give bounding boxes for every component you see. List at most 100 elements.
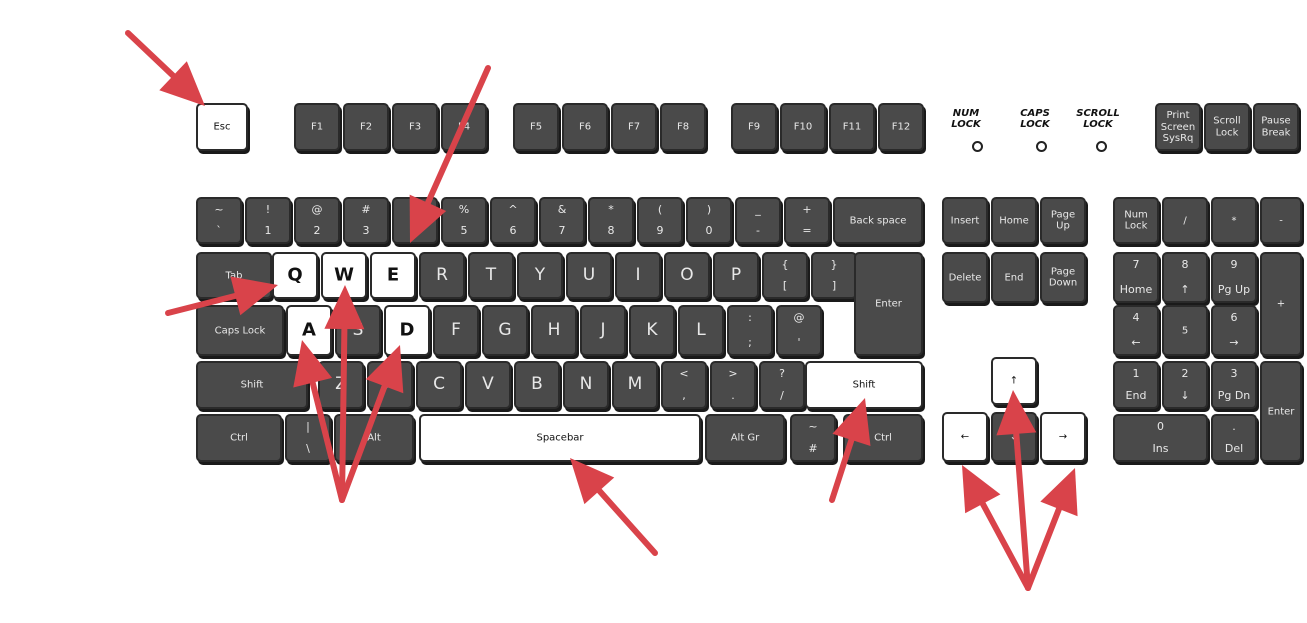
key-slash: ? / xyxy=(759,361,805,409)
key-n9: (9 xyxy=(637,197,683,244)
key-lbracket-lower: [ xyxy=(782,279,788,292)
key-f4: F4 xyxy=(441,103,487,151)
key-np-div-label: / xyxy=(1183,214,1187,226)
key-semi: :; xyxy=(727,305,773,356)
key-d: D xyxy=(384,305,430,356)
key-n5-lower: 5 xyxy=(460,224,468,237)
key-e: E xyxy=(370,252,416,299)
key-n3-lower: 3 xyxy=(362,224,370,237)
key-u: U xyxy=(566,252,612,299)
key-n1-lower: 1 xyxy=(264,224,272,237)
key-n1-upper: ! xyxy=(265,203,271,216)
key-rshift-label: Shift xyxy=(852,379,876,391)
key-np2-upper: 2 xyxy=(1181,367,1189,380)
key-n8: * 8 xyxy=(588,197,634,244)
key-lctrl: Ctrl xyxy=(196,414,282,462)
key-n4: $4 xyxy=(392,197,438,244)
key-c: C xyxy=(416,361,462,409)
key-n1: ! 1 xyxy=(245,197,291,244)
key-npdot-lower: Del xyxy=(1224,442,1244,455)
key-numlock: Num Lock xyxy=(1113,197,1159,244)
key-v: V xyxy=(465,361,511,409)
key-right-label: → xyxy=(1058,431,1068,443)
key-f3: F3 xyxy=(392,103,438,151)
key-f11: F11 xyxy=(829,103,875,151)
key-n-label: N xyxy=(579,374,593,395)
key-esc-label: Esc xyxy=(213,121,231,133)
key-n9-lower: 9 xyxy=(656,224,664,237)
key-np4-upper: 4 xyxy=(1132,311,1140,324)
key-l-label: L xyxy=(696,319,706,340)
key-minus-lower: - xyxy=(756,224,760,237)
key-f1-label: F1 xyxy=(310,121,324,133)
key-n2: @2 xyxy=(294,197,340,244)
key-rbracket-lower: ] xyxy=(831,279,837,292)
key-equal-lower: = xyxy=(802,224,812,237)
key-alt-label: Alt xyxy=(367,432,381,444)
key-comma-upper: < xyxy=(679,367,689,380)
key-np1-upper: 1 xyxy=(1132,367,1140,380)
key-a: A xyxy=(286,305,332,356)
key-s-label: S xyxy=(352,319,364,340)
key-altgr: Alt Gr xyxy=(705,414,785,462)
key-f3-label: F3 xyxy=(408,121,422,133)
key-n7-upper: & xyxy=(557,203,567,216)
key-p-label: P xyxy=(730,264,742,285)
keyboard-diagram: Esc F1 F2 F3 F4 F5 F6 F7 F8 F9 F10 F11 F12 Print Scre… xyxy=(0,0,1307,623)
key-n9-upper: ( xyxy=(657,203,663,216)
key-h-label: H xyxy=(547,319,561,340)
key-period-upper: > xyxy=(728,367,738,380)
key-insert: Insert xyxy=(942,197,988,244)
key-left: ← xyxy=(942,412,988,462)
key-quote-lower: ' xyxy=(797,336,801,349)
key-lbracket: {[ xyxy=(762,252,808,299)
key-p: P xyxy=(713,252,759,299)
key-quote: @ ' xyxy=(776,305,822,356)
key-right: → xyxy=(1040,412,1086,462)
key-npdot: . Del xyxy=(1211,414,1257,462)
key-f: F xyxy=(433,305,479,356)
key-pgdn: Page Down xyxy=(1040,252,1086,303)
key-n0-upper: ) xyxy=(706,203,712,216)
key-semi-upper: : xyxy=(748,311,752,324)
key-end-label: End xyxy=(1004,271,1024,283)
key-m: M xyxy=(612,361,658,409)
key-np6-lower: → xyxy=(1229,336,1239,349)
key-n3-upper: # xyxy=(361,203,371,216)
key-n8-upper: * xyxy=(608,203,614,216)
key-np-plus-label: + xyxy=(1276,298,1286,310)
key-hash: ~ # xyxy=(790,414,836,462)
key-equal: + = xyxy=(784,197,830,244)
key-n2-lower: 2 xyxy=(313,224,321,237)
key-e-label: E xyxy=(386,264,400,286)
key-lbracket-upper: { xyxy=(781,258,789,271)
key-n4-upper: $ xyxy=(411,203,419,216)
key-u-label: U xyxy=(582,264,596,285)
key-comma: <, xyxy=(661,361,707,409)
key-np2: 2 ↓ xyxy=(1162,361,1208,409)
key-caps: Caps Lock xyxy=(196,305,284,356)
key-space-label: Spacebar xyxy=(536,432,584,444)
key-pgdn-label: Page Down xyxy=(1048,266,1078,289)
key-np-minus-label: - xyxy=(1279,214,1283,226)
key-f2-label: F2 xyxy=(359,121,373,133)
key-c-label: C xyxy=(433,374,445,395)
key-o-label: O xyxy=(680,264,694,285)
key-np9-lower: Pg Up xyxy=(1217,283,1251,296)
key-np0-lower: Ins xyxy=(1152,442,1169,455)
key-np7-lower: Home xyxy=(1119,283,1153,296)
key-tab-label: Tab xyxy=(225,269,243,281)
key-np2-lower: ↓ xyxy=(1180,389,1190,402)
key-rbracket-upper: } xyxy=(830,258,838,271)
key-comma-lower: , xyxy=(682,389,686,402)
key-f-label: F xyxy=(451,319,461,340)
key-np3: 3 Pg Dn xyxy=(1211,361,1257,409)
key-period-lower: . xyxy=(731,389,735,402)
indicator-label: CAPS LOCK xyxy=(1020,108,1050,130)
key-j: J xyxy=(580,305,626,356)
key-np4-lower: ← xyxy=(1131,336,1141,349)
key-rbracket: }] xyxy=(811,252,857,299)
key-y: Y xyxy=(517,252,563,299)
key-k-label: K xyxy=(646,319,658,340)
key-f8: F8 xyxy=(660,103,706,151)
